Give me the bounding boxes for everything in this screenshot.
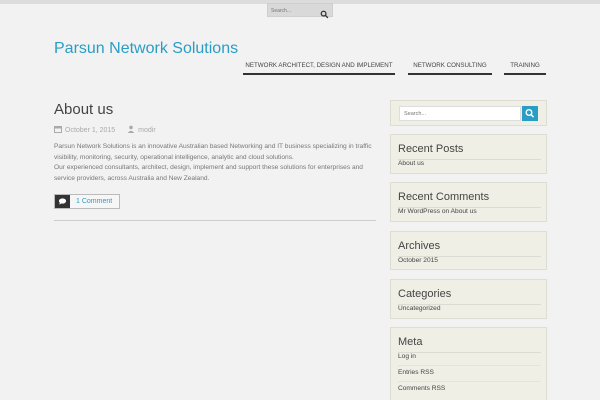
nav-item-training[interactable]: TRAINING <box>504 61 546 75</box>
search-icon[interactable] <box>320 6 329 19</box>
comment-icon <box>55 195 70 208</box>
archive-link[interactable]: October 2015 <box>398 257 438 264</box>
top-search-input[interactable] <box>271 6 319 15</box>
divider <box>398 381 541 382</box>
sidebar-search-input[interactable] <box>399 106 521 121</box>
post-date[interactable]: October 1, 2015 <box>65 127 115 134</box>
widget-title: Categories <box>398 288 452 300</box>
search-button[interactable] <box>522 106 538 121</box>
archives-widget: Archives October 2015 <box>390 231 547 270</box>
post-paragraph: Our experienced consultants, architect, … <box>54 164 363 182</box>
divider <box>398 352 541 353</box>
post-meta: October 1, 2015 modir <box>54 125 156 135</box>
divider <box>398 365 541 366</box>
post-title[interactable]: About us <box>54 101 113 118</box>
divider <box>54 220 376 221</box>
recent-posts-widget: Recent Posts About us <box>390 134 547 174</box>
widget-title: Recent Posts <box>398 143 464 155</box>
recent-comments-widget: Recent Comments Mr WordPress on About us <box>390 182 547 222</box>
recent-post-link[interactable]: About us <box>398 160 424 167</box>
meta-link-entries-rss[interactable]: Entries RSS <box>398 369 434 376</box>
user-icon <box>127 125 135 133</box>
nav-item-network-architect[interactable]: NETWORK ARCHITECT, DESIGN AND IMPLEMENT <box>243 61 395 75</box>
nav-item-network-consulting[interactable]: NETWORK CONSULTING <box>408 61 492 75</box>
top-search-box <box>267 3 333 19</box>
category-link[interactable]: Uncategorized <box>398 305 441 312</box>
post-content: Parsun Network Solutions is an innovativ… <box>54 142 376 184</box>
recent-comment-link[interactable]: Mr WordPress on About us <box>398 208 477 215</box>
widget-title: Recent Comments <box>398 191 490 203</box>
sidebar-search-widget <box>390 100 547 126</box>
widget-title: Meta <box>398 336 423 348</box>
comments-label[interactable]: 1 Comment <box>76 198 112 205</box>
meta-link-comments-rss[interactable]: Comments RSS <box>398 385 445 392</box>
site-title[interactable]: Parsun Network Solutions <box>54 40 238 58</box>
meta-link-login[interactable]: Log in <box>398 353 416 360</box>
categories-widget: Categories Uncategorized <box>390 279 547 319</box>
post-paragraph: Parsun Network Solutions is an innovativ… <box>54 143 372 161</box>
widget-title: Archives <box>398 240 441 252</box>
comments-button[interactable]: 1 Comment <box>54 194 120 209</box>
meta-widget: Meta Log in Entries RSS Comments RSS <box>390 327 547 400</box>
calendar-icon <box>54 125 62 133</box>
post-author[interactable]: modir <box>138 127 156 134</box>
